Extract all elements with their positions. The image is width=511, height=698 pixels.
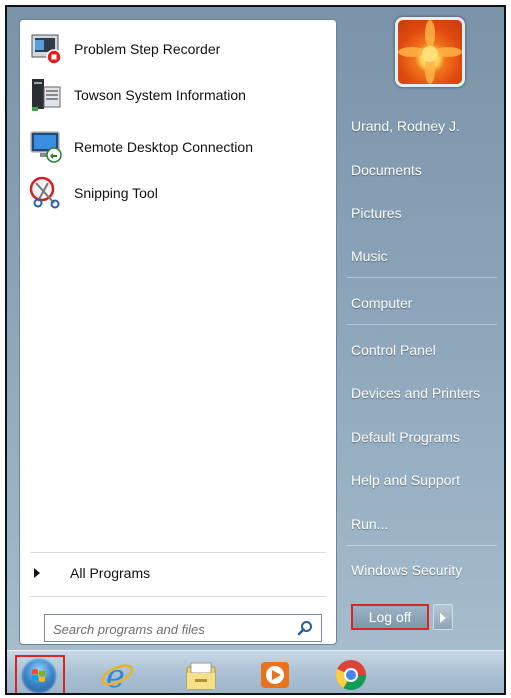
- program-label: Towson System Information: [74, 87, 246, 103]
- search-input[interactable]: [51, 619, 291, 639]
- menu-user-name[interactable]: Urand, Rodney J.: [351, 113, 460, 139]
- divider: [347, 545, 497, 546]
- menu-control-panel[interactable]: Control Panel: [351, 337, 436, 363]
- program-towson-system-information[interactable]: Towson System Information: [28, 74, 328, 116]
- remote-desktop-icon: [28, 129, 64, 165]
- flower-icon: [398, 20, 462, 84]
- all-programs-label: All Programs: [70, 565, 151, 581]
- log-off-button[interactable]: Log off: [351, 604, 429, 630]
- system-information-icon: [28, 77, 64, 113]
- search-icon[interactable]: [297, 620, 313, 636]
- menu-pictures[interactable]: Pictures: [351, 200, 402, 226]
- menu-default-programs[interactable]: Default Programs: [351, 424, 460, 450]
- file-explorer-icon[interactable]: [183, 657, 219, 693]
- divider: [30, 552, 326, 553]
- chrome-icon[interactable]: [333, 657, 369, 693]
- svg-text:e: e: [106, 657, 125, 693]
- divider: [30, 596, 326, 597]
- program-label: Remote Desktop Connection: [74, 139, 253, 155]
- menu-music[interactable]: Music: [351, 243, 388, 269]
- internet-explorer-icon[interactable]: e: [99, 657, 135, 693]
- divider: [347, 277, 497, 278]
- menu-windows-security[interactable]: Windows Security: [351, 557, 462, 583]
- menu-run[interactable]: Run...: [351, 511, 388, 537]
- search-box[interactable]: [44, 614, 322, 642]
- program-snipping-tool[interactable]: Snipping Tool: [28, 172, 328, 214]
- menu-documents[interactable]: Documents: [351, 157, 422, 183]
- snipping-tool-icon: [28, 175, 64, 211]
- start-button[interactable]: [15, 655, 65, 693]
- user-picture[interactable]: [395, 17, 465, 87]
- program-remote-desktop-connection[interactable]: Remote Desktop Connection: [28, 126, 328, 168]
- problem-step-recorder-icon: [28, 31, 64, 67]
- program-problem-step-recorder[interactable]: Problem Step Recorder: [28, 28, 328, 70]
- menu-help-and-support[interactable]: Help and Support: [351, 467, 460, 493]
- taskbar: e: [7, 650, 504, 693]
- menu-devices-and-printers[interactable]: Devices and Printers: [351, 380, 480, 406]
- program-label: Problem Step Recorder: [74, 41, 221, 57]
- chevron-right-icon: [34, 568, 40, 578]
- all-programs-button[interactable]: All Programs: [34, 560, 324, 586]
- start-menu-frame: Problem Step Recorder Towson System Info…: [5, 5, 506, 695]
- shortcuts-pane: Urand, Rodney J. Documents Pictures Musi…: [337, 7, 504, 647]
- programs-pane: Problem Step Recorder Towson System Info…: [19, 19, 337, 645]
- media-player-icon[interactable]: [257, 657, 293, 693]
- windows-logo-icon: [21, 658, 57, 693]
- menu-computer[interactable]: Computer: [351, 290, 412, 316]
- shutdown-options-arrow-icon[interactable]: [433, 604, 453, 630]
- program-label: Snipping Tool: [74, 185, 158, 201]
- divider: [347, 324, 497, 325]
